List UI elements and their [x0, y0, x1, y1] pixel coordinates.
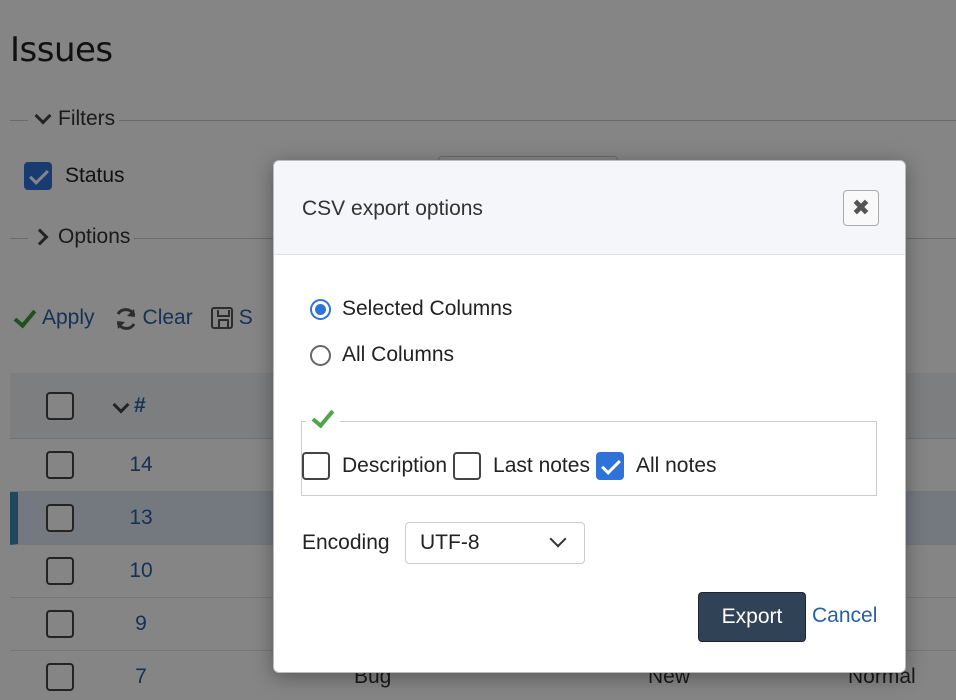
- chevron-down-icon: [550, 533, 566, 549]
- last-notes-label: Last notes: [493, 454, 590, 477]
- radio-all-columns[interactable]: All Columns: [310, 343, 454, 367]
- encoding-value: UTF-8: [420, 531, 480, 554]
- dialog-title: CSV export options: [302, 197, 483, 220]
- csv-export-dialog: CSV export options ✖ Selected Columns Al…: [273, 160, 906, 673]
- toggle-check-icon: [310, 406, 334, 430]
- description-label: Description: [342, 454, 448, 477]
- all-notes-checkbox[interactable]: [595, 452, 624, 480]
- close-icon: ✖: [851, 195, 871, 221]
- close-button[interactable]: ✖: [843, 190, 879, 226]
- dialog-header: CSV export options ✖: [274, 161, 905, 255]
- encoding-select[interactable]: UTF-8: [405, 522, 585, 564]
- export-options-row: Description Last notes All notes: [302, 452, 723, 480]
- cancel-link[interactable]: Cancel: [812, 604, 877, 628]
- radio-selected-columns[interactable]: Selected Columns: [310, 297, 512, 321]
- export-button[interactable]: Export: [698, 592, 806, 642]
- radio-all-columns-label: All Columns: [342, 343, 455, 366]
- last-notes-checkbox[interactable]: [453, 452, 482, 480]
- radio-selected-columns-input[interactable]: [310, 298, 331, 320]
- radio-all-columns-input[interactable]: [310, 344, 331, 366]
- all-notes-label: All notes: [635, 454, 717, 477]
- description-checkbox[interactable]: [302, 452, 330, 480]
- radio-selected-columns-label: Selected Columns: [342, 297, 513, 320]
- encoding-label: Encoding: [302, 531, 390, 554]
- export-options-legend[interactable]: [306, 406, 340, 436]
